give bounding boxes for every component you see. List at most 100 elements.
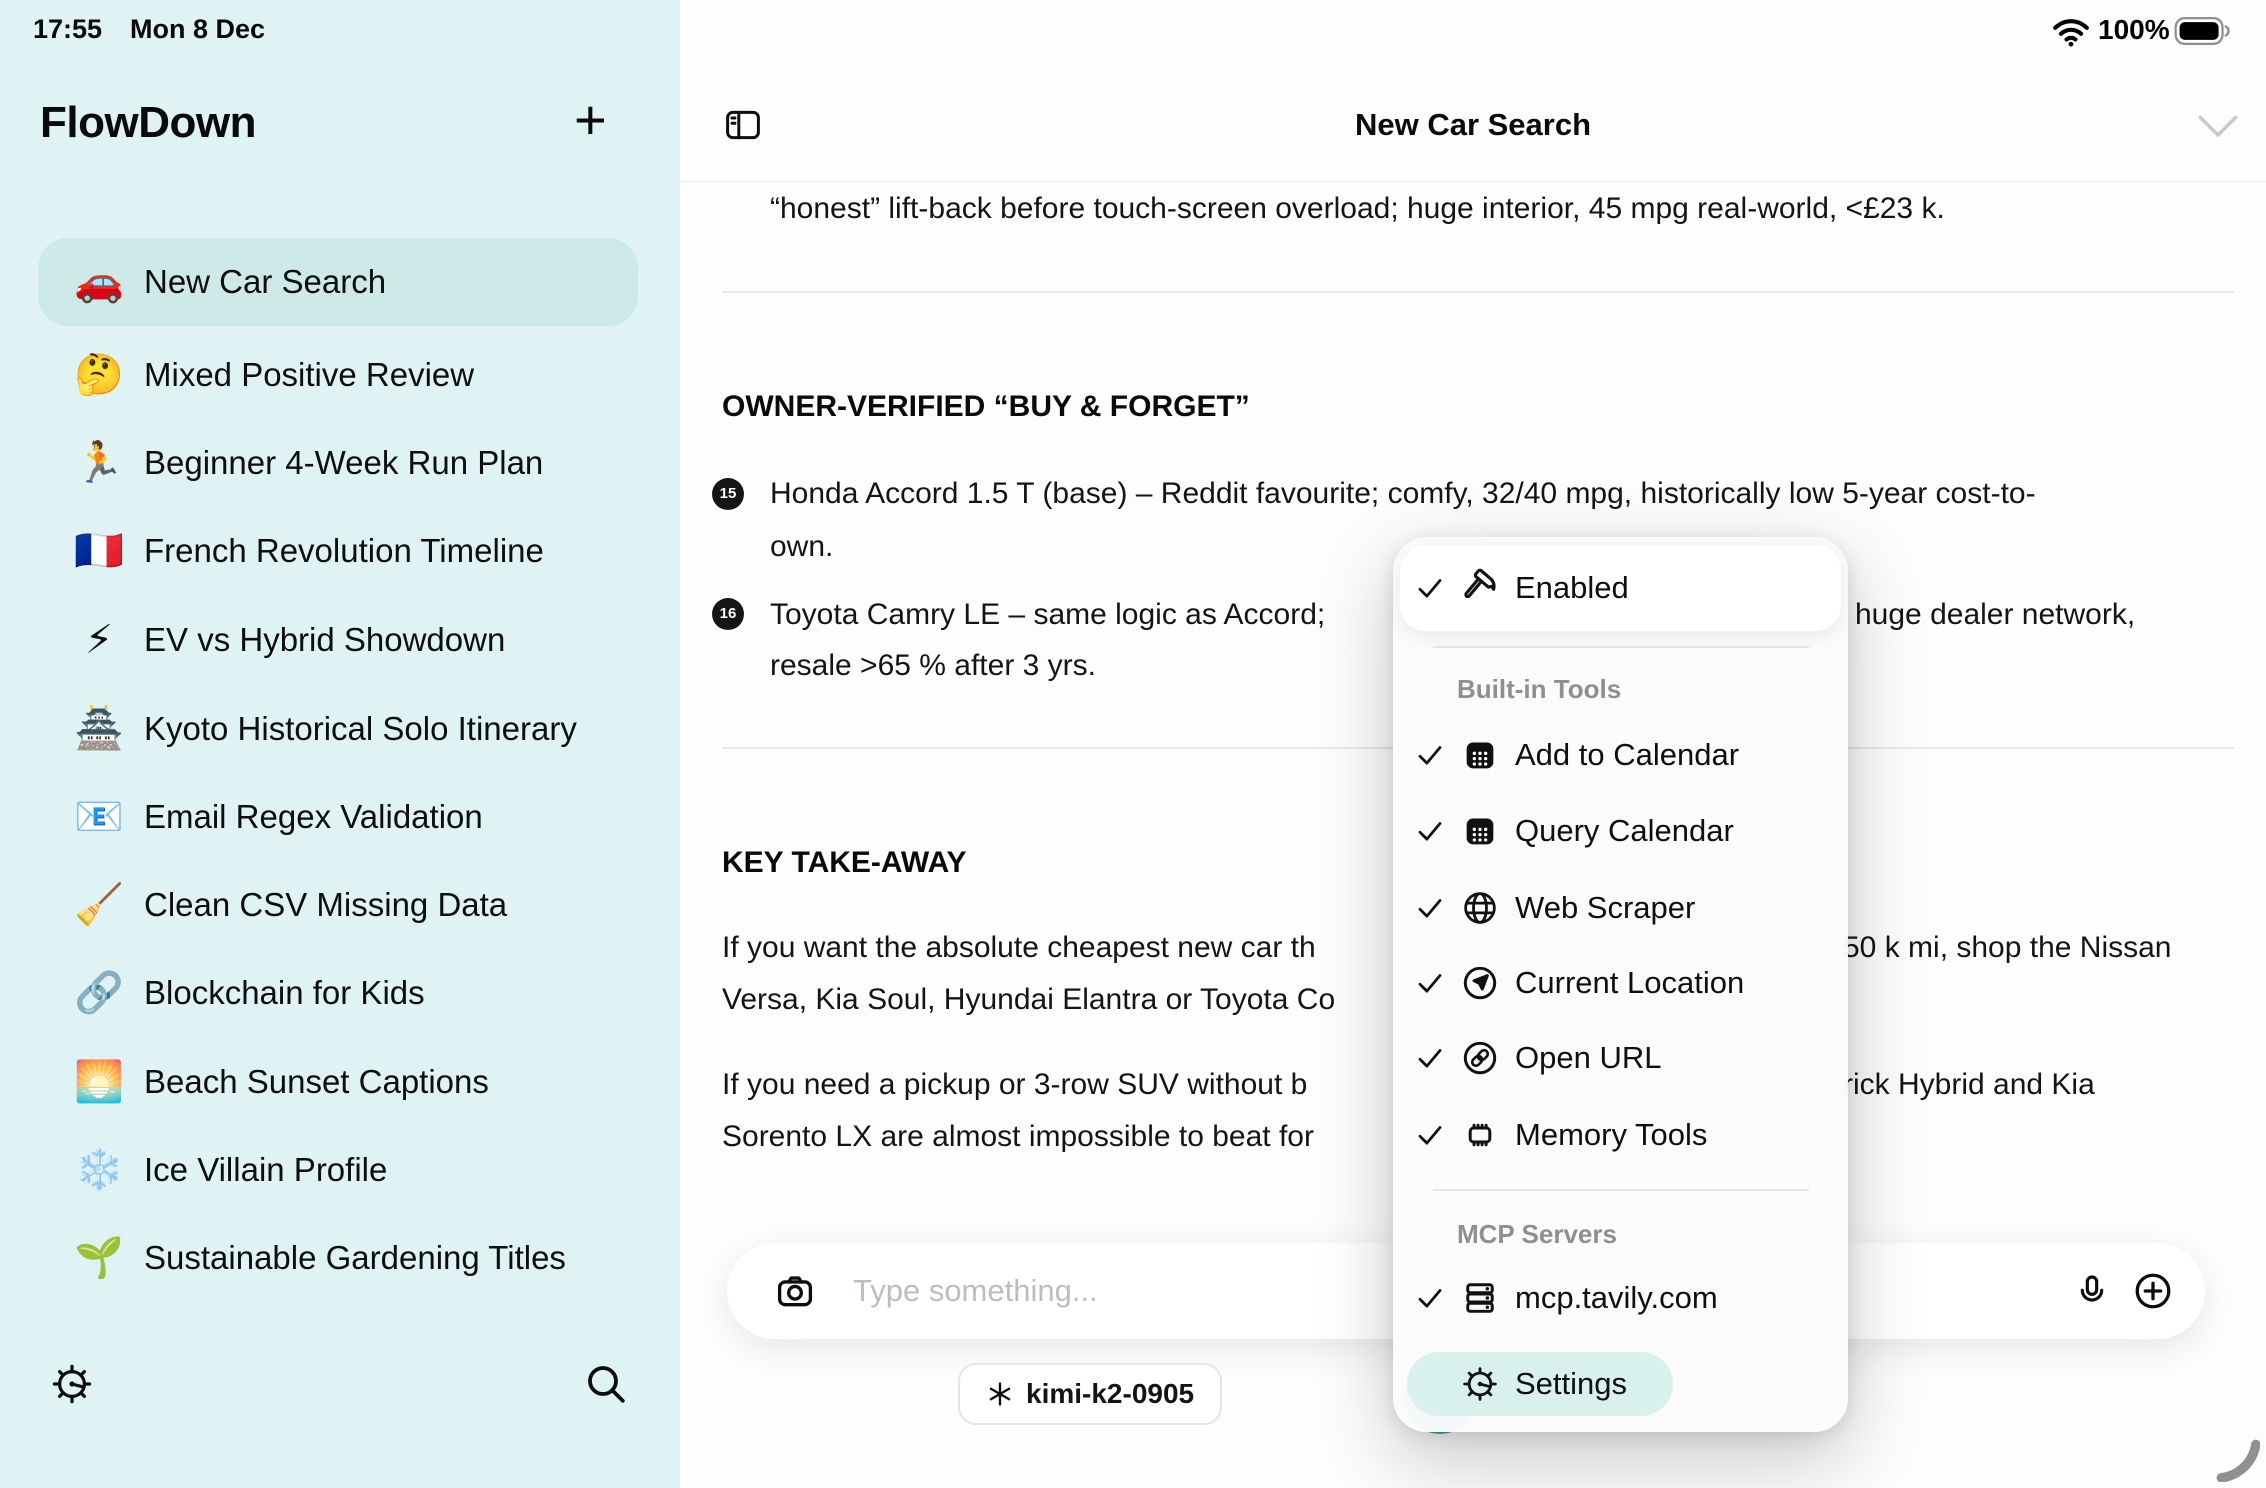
menu-divider [1433, 646, 1809, 648]
menu-item-label: Open URL [1515, 1040, 1661, 1076]
model-name: kimi-k2-0905 [1026, 1378, 1194, 1410]
list-item-text: own. [770, 528, 833, 566]
lightning-emoji-icon: ⚡ [72, 613, 126, 667]
hammer-icon [1459, 567, 1501, 609]
sidebar-item-label: Sustainable Gardening Titles [144, 1239, 566, 1277]
memory-chip-icon [1459, 1114, 1501, 1156]
microphone-icon[interactable] [2072, 1269, 2112, 1313]
checkmark-icon [1415, 573, 1449, 603]
sidebar-item-label: Mixed Positive Review [144, 356, 474, 394]
list-item-text-fragment: huge dealer network, [1855, 596, 2135, 634]
seedling-emoji-icon: 🌱 [72, 1231, 126, 1285]
camera-icon[interactable] [773, 1270, 817, 1312]
paragraph-text: If you want the absolute cheapest new ca… [722, 929, 1316, 967]
loading-arc-icon [2214, 1436, 2260, 1482]
checkmark-icon [1415, 893, 1449, 923]
checkmark-icon [1415, 968, 1449, 998]
model-asterisk-icon [986, 1380, 1014, 1408]
france-flag-emoji-icon: 🇫🇷 [72, 524, 126, 578]
calendar-icon [1459, 735, 1501, 775]
status-date: Mon 8 Dec [130, 14, 265, 45]
runner-emoji-icon: 🏃 [72, 436, 126, 490]
castle-emoji-icon: 🏯 [72, 702, 126, 756]
sidebar-item-kyoto-itinerary[interactable]: 🏯 Kyoto Historical Solo Itinerary [38, 685, 638, 773]
thinking-emoji-icon: 🤔 [72, 348, 126, 402]
menu-item-open-url[interactable]: Open URL [1393, 1020, 1848, 1096]
menu-item-query-calendar[interactable]: Query Calendar [1393, 793, 1848, 869]
model-selector[interactable]: kimi-k2-0905 [958, 1363, 1222, 1425]
car-emoji-icon: 🚗 [72, 255, 126, 309]
menu-item-mcp-tavily[interactable]: mcp.tavily.com [1393, 1260, 1848, 1336]
sidebar-item-label: Blockchain for Kids [144, 974, 425, 1012]
server-icon [1459, 1277, 1501, 1319]
flowdown-app: 17:55 Mon 8 Dec FlowDown + 🚗 New Car Sea… [0, 0, 2266, 1488]
chain-emoji-icon: 🔗 [72, 966, 126, 1020]
chevron-down-icon[interactable] [2196, 114, 2240, 140]
sidebar-item-mixed-positive-review[interactable]: 🤔 Mixed Positive Review [38, 331, 638, 419]
menu-item-current-location[interactable]: Current Location [1393, 945, 1848, 1021]
menu-item-add-to-calendar[interactable]: Add to Calendar [1393, 717, 1848, 793]
checkmark-icon [1415, 740, 1449, 770]
globe-icon [1459, 887, 1501, 929]
menu-item-label: Query Calendar [1515, 813, 1734, 849]
paragraph-text: Sorento LX are almost impossible to beat… [722, 1118, 1314, 1156]
sidebar-item-french-revolution[interactable]: 🇫🇷 French Revolution Timeline [38, 507, 638, 595]
menu-item-label: Add to Calendar [1515, 737, 1739, 773]
sidebar-item-label: New Car Search [144, 263, 386, 301]
settings-gear-icon[interactable] [48, 1360, 96, 1408]
menu-item-label: Memory Tools [1515, 1117, 1707, 1153]
battery-icon [2174, 16, 2232, 46]
paragraph-text: If you need a pickup or 3-row SUV withou… [722, 1066, 1307, 1104]
checkmark-icon [1415, 1043, 1449, 1073]
sidebar-item-email-regex[interactable]: 📧 Email Regex Validation [38, 773, 638, 861]
app-title: FlowDown [40, 98, 256, 148]
paragraph-text-fragment: rick Hybrid and Kia [1843, 1066, 2095, 1104]
menu-item-web-scraper[interactable]: Web Scraper [1393, 870, 1848, 946]
sidebar: 17:55 Mon 8 Dec FlowDown + 🚗 New Car Sea… [0, 0, 680, 1488]
sidebar-item-new-car-search[interactable]: 🚗 New Car Search [38, 238, 638, 326]
list-item-text: Toyota Camry LE – same logic as Accord; [770, 596, 1325, 634]
link-icon [1459, 1037, 1501, 1079]
gear-icon [1459, 1363, 1501, 1405]
sidebar-item-clean-csv[interactable]: 🧹 Clean CSV Missing Data [38, 861, 638, 949]
menu-item-memory-tools[interactable]: Memory Tools [1393, 1097, 1848, 1173]
paragraph-text: Versa, Kia Soul, Hyundai Elantra or Toyo… [722, 981, 1335, 1019]
sidebar-item-label: French Revolution Timeline [144, 532, 544, 570]
broom-emoji-icon: 🧹 [72, 878, 126, 932]
sidebar-item-ice-villain[interactable]: ❄️ Ice Villain Profile [38, 1126, 638, 1214]
menu-item-enabled[interactable]: Enabled [1393, 550, 1848, 626]
sidebar-item-label: Beach Sunset Captions [144, 1063, 489, 1101]
menu-item-settings[interactable]: Settings [1393, 1346, 1848, 1422]
menu-item-label: mcp.tavily.com [1515, 1280, 1718, 1316]
sidebar-item-blockchain-for-kids[interactable]: 🔗 Blockchain for Kids [38, 949, 638, 1037]
menu-section-header: Built-in Tools [1457, 674, 1621, 705]
add-attachment-icon[interactable] [2131, 1269, 2175, 1313]
menu-divider [1433, 1189, 1809, 1191]
list-number-badge: 15 [712, 478, 744, 510]
sidebar-item-beach-sunset[interactable]: 🌅 Beach Sunset Captions [38, 1038, 638, 1126]
page-title: New Car Search [680, 107, 2266, 143]
calendar-icon [1459, 811, 1501, 851]
sidebar-item-ev-vs-hybrid[interactable]: ⚡ EV vs Hybrid Showdown [38, 596, 638, 684]
menu-item-label: Settings [1515, 1366, 1627, 1402]
sidebar-item-run-plan[interactable]: 🏃 Beginner 4-Week Run Plan [38, 419, 638, 507]
sidebar-item-label: Ice Villain Profile [144, 1151, 387, 1189]
search-icon[interactable] [582, 1360, 630, 1408]
list-item-text: resale >65 % after 3 yrs. [770, 647, 1096, 685]
status-time: 17:55 [33, 14, 102, 45]
list-item-text: Honda Accord 1.5 T (base) – Reddit favou… [770, 475, 2036, 513]
paragraph-text-fragment: 50 k mi, shop the Nissan [1843, 929, 2172, 967]
sidebar-item-label: Kyoto Historical Solo Itinerary [144, 710, 577, 748]
list-number-badge: 16 [712, 598, 744, 630]
sunrise-emoji-icon: 🌅 [72, 1055, 126, 1109]
sidebar-item-label: Clean CSV Missing Data [144, 886, 507, 924]
content-divider [722, 291, 2234, 293]
sidebar-item-sustainable-gardening[interactable]: 🌱 Sustainable Gardening Titles [38, 1214, 638, 1302]
snowflake-emoji-icon: ❄️ [72, 1143, 126, 1197]
sidebar-item-label: Email Regex Validation [144, 798, 483, 836]
new-chat-button[interactable]: + [574, 90, 607, 150]
section-heading: KEY TAKE-AWAY [722, 844, 967, 882]
email-emoji-icon: 📧 [72, 790, 126, 844]
message-line: “honest” lift-back before touch-screen o… [770, 190, 1945, 228]
header-divider [680, 181, 2266, 182]
